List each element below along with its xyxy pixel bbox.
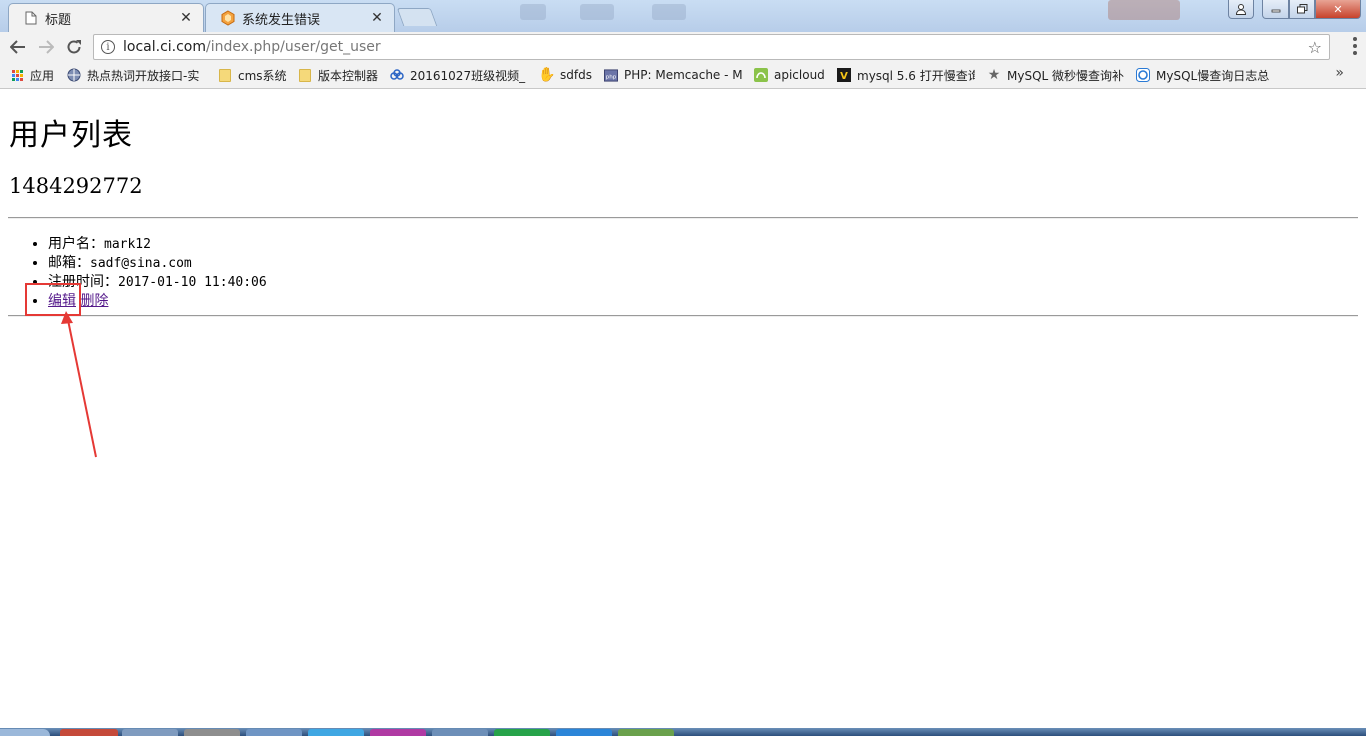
bookmark-folder[interactable]: cms系统 [218,66,287,84]
divider-bottom [8,315,1358,317]
bookmark-folder[interactable]: 版本控制器 [298,66,378,84]
divider-top [8,217,1358,219]
page-content: 用户列表 1484292772 用户名：mark12 邮箱：sadf@sina.… [0,90,1366,728]
reload-icon[interactable] [63,36,85,58]
minimize-button[interactable] [1262,0,1289,19]
restore-button[interactable] [1289,0,1315,19]
bookmark-item[interactable]: ✋ sdfds [540,66,592,84]
cloud-icon [390,68,404,82]
bookmark-label: cms系统 [238,68,287,83]
tab-label: 标题 [45,12,72,28]
taskbar-app[interactable] [308,729,364,736]
taskbar-app[interactable] [184,729,240,736]
svg-text:V: V [840,71,848,82]
tab-close-icon[interactable]: ✕ [368,10,386,26]
codeigniter-icon [220,10,236,26]
os-taskbar [0,728,1366,736]
bookmark-item[interactable]: V mysql 5.6 打开慢查询 [837,66,975,84]
blurred-region [652,4,686,20]
bookmark-label: MySQL慢查询日志总 [1156,68,1270,83]
tab-active[interactable]: 标题 ✕ [8,3,204,32]
bookmark-item[interactable]: 热点热词开放接口-实 [67,66,205,84]
bookmark-label: MySQL 微秒慢查询补 [1007,68,1125,83]
bookmark-item[interactable]: MySQL慢查询日志总 [1136,66,1274,84]
bookmark-label: apicloud [774,68,825,82]
bookmark-label: 应用 [30,68,55,83]
bookmark-label: mysql 5.6 打开慢查询 [857,68,975,83]
info-icon[interactable]: i [101,40,115,54]
bookmarks-bar: 应用 热点热词开放接口-实 cms系统 版本控制器 20161027班级视频_ … [0,62,1366,89]
globe-icon [67,68,81,82]
bookmark-item[interactable]: 20161027班级视频_ [390,66,528,84]
chrome-menu-icon[interactable] [1352,37,1358,55]
tab-close-icon[interactable]: ✕ [177,10,195,26]
start-button[interactable] [0,729,50,736]
bookmark-item[interactable]: apicloud [754,66,825,84]
bookmark-label: sdfds [560,68,592,82]
bookmark-label: 20161027班级视频_ [410,68,526,83]
taskbar-app[interactable] [432,729,488,736]
profile-icon[interactable] [1228,0,1254,19]
hand-icon: ✋ [540,67,556,83]
blurred-region [520,4,546,20]
annotation-arrow [61,311,97,458]
address-bar[interactable]: i local.ci.com/index.php/user/get_user ☆ [93,34,1330,60]
new-tab-button[interactable] [396,8,438,26]
folder-icon [218,68,232,82]
bookmark-label: PHP: Memcache - M [624,68,742,82]
apicloud-icon [754,68,768,82]
bookmark-item[interactable]: ★ MySQL 微秒慢查询补 [987,66,1125,84]
window-controls: ✕ [1228,0,1361,19]
site-icon: V [837,68,851,82]
url-path: /index.php/user/get_user [206,39,381,55]
bookmark-apps[interactable]: 应用 [10,66,54,84]
tab-inactive[interactable]: 系统发生错误 ✕ [205,3,395,32]
more-bookmarks-icon[interactable]: » [1335,65,1344,81]
back-icon[interactable] [7,36,29,58]
bookmark-star-icon[interactable]: ☆ [1308,38,1322,57]
taskbar-app[interactable] [122,729,178,736]
taskbar-app[interactable] [370,729,426,736]
taskbar-app[interactable] [618,729,674,736]
blurred-region [1108,0,1180,20]
taskbar-app[interactable] [556,729,612,736]
php-icon: php [604,68,618,82]
bookmark-item[interactable]: php PHP: Memcache - M [604,66,742,84]
page-icon [23,10,39,26]
apps-grid-icon [10,68,24,82]
taskbar-app[interactable] [60,729,118,736]
regtime-value: 2017-01-10 11:40:06 [118,275,267,290]
folder-icon [298,68,312,82]
star-icon: ★ [987,67,1001,83]
window-title-bar: 标题 ✕ 系统发生错误 ✕ ✕ [0,0,1366,32]
taskbar-app[interactable] [246,729,302,736]
tab-label: 系统发生错误 [242,12,321,28]
svg-text:php: php [606,74,617,80]
bookmark-label: 热点热词开放接口-实 [87,68,200,83]
forward-icon[interactable] [35,36,57,58]
url-host: local.ci.com [123,39,207,55]
blurred-region [580,4,614,20]
site-icon [1136,68,1150,82]
taskbar-app[interactable] [494,729,550,736]
browser-toolbar: i local.ci.com/index.php/user/get_user ☆ [0,32,1366,62]
close-window-button[interactable]: ✕ [1315,0,1361,19]
bookmark-label: 版本控制器 [318,68,379,83]
